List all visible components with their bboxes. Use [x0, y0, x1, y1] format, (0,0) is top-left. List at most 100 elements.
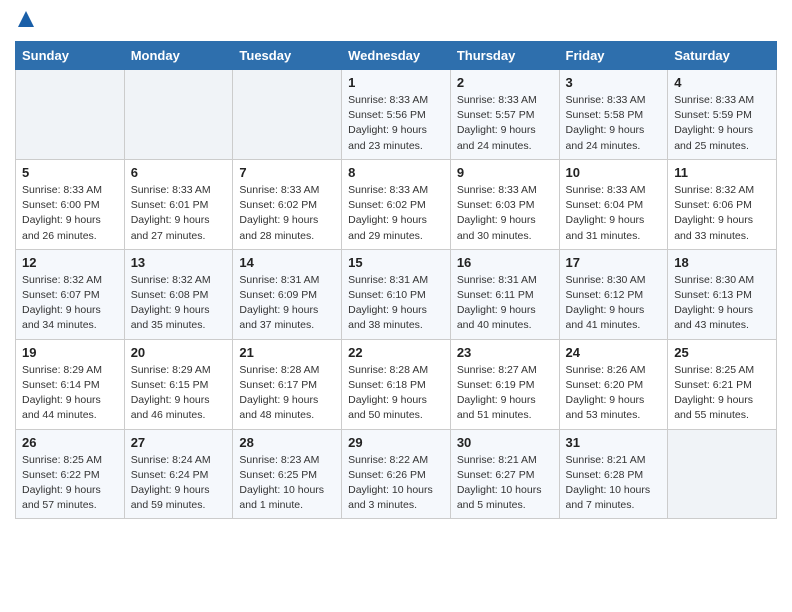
- week-row-5: 26 Sunrise: 8:25 AM Sunset: 6:22 PM Dayli…: [16, 429, 777, 519]
- weekday-header-wednesday: Wednesday: [342, 42, 451, 70]
- day-info: Sunrise: 8:31 AM Sunset: 6:11 PM Dayligh…: [457, 273, 553, 334]
- day-number: 8: [348, 165, 444, 180]
- day-number: 6: [131, 165, 227, 180]
- day-cell: 17 Sunrise: 8:30 AM Sunset: 6:12 PM Dayli…: [559, 249, 668, 339]
- day-cell: 23 Sunrise: 8:27 AM Sunset: 6:19 PM Dayli…: [450, 339, 559, 429]
- day-cell: 15 Sunrise: 8:31 AM Sunset: 6:10 PM Dayli…: [342, 249, 451, 339]
- logo: [15, 10, 35, 33]
- day-info: Sunrise: 8:30 AM Sunset: 6:13 PM Dayligh…: [674, 273, 770, 334]
- day-number: 14: [239, 255, 335, 270]
- calendar-table: SundayMondayTuesdayWednesdayThursdayFrid…: [15, 41, 777, 519]
- day-info: Sunrise: 8:21 AM Sunset: 6:28 PM Dayligh…: [566, 453, 662, 514]
- day-cell: 29 Sunrise: 8:22 AM Sunset: 6:26 PM Dayli…: [342, 429, 451, 519]
- day-info: Sunrise: 8:33 AM Sunset: 5:57 PM Dayligh…: [457, 93, 553, 154]
- day-number: 25: [674, 345, 770, 360]
- day-number: 11: [674, 165, 770, 180]
- day-number: 20: [131, 345, 227, 360]
- day-cell: 16 Sunrise: 8:31 AM Sunset: 6:11 PM Dayli…: [450, 249, 559, 339]
- day-info: Sunrise: 8:25 AM Sunset: 6:22 PM Dayligh…: [22, 453, 118, 514]
- day-number: 12: [22, 255, 118, 270]
- day-cell: 30 Sunrise: 8:21 AM Sunset: 6:27 PM Dayli…: [450, 429, 559, 519]
- day-info: Sunrise: 8:24 AM Sunset: 6:24 PM Dayligh…: [131, 453, 227, 514]
- day-info: Sunrise: 8:32 AM Sunset: 6:06 PM Dayligh…: [674, 183, 770, 244]
- day-number: 29: [348, 435, 444, 450]
- day-info: Sunrise: 8:26 AM Sunset: 6:20 PM Dayligh…: [566, 363, 662, 424]
- day-info: Sunrise: 8:33 AM Sunset: 6:02 PM Dayligh…: [239, 183, 335, 244]
- day-cell: 1 Sunrise: 8:33 AM Sunset: 5:56 PM Daylig…: [342, 70, 451, 160]
- logo-icon: [17, 10, 35, 28]
- day-info: Sunrise: 8:31 AM Sunset: 6:10 PM Dayligh…: [348, 273, 444, 334]
- day-number: 21: [239, 345, 335, 360]
- day-info: Sunrise: 8:29 AM Sunset: 6:14 PM Dayligh…: [22, 363, 118, 424]
- day-info: Sunrise: 8:22 AM Sunset: 6:26 PM Dayligh…: [348, 453, 444, 514]
- weekday-header-tuesday: Tuesday: [233, 42, 342, 70]
- day-cell: 5 Sunrise: 8:33 AM Sunset: 6:00 PM Daylig…: [16, 159, 125, 249]
- day-number: 1: [348, 75, 444, 90]
- day-info: Sunrise: 8:27 AM Sunset: 6:19 PM Dayligh…: [457, 363, 553, 424]
- day-number: 3: [566, 75, 662, 90]
- day-cell: 21 Sunrise: 8:28 AM Sunset: 6:17 PM Dayli…: [233, 339, 342, 429]
- day-cell: 10 Sunrise: 8:33 AM Sunset: 6:04 PM Dayli…: [559, 159, 668, 249]
- day-info: Sunrise: 8:33 AM Sunset: 6:04 PM Dayligh…: [566, 183, 662, 244]
- day-info: Sunrise: 8:21 AM Sunset: 6:27 PM Dayligh…: [457, 453, 553, 514]
- day-info: Sunrise: 8:33 AM Sunset: 6:03 PM Dayligh…: [457, 183, 553, 244]
- day-number: 23: [457, 345, 553, 360]
- day-number: 19: [22, 345, 118, 360]
- day-cell: 11 Sunrise: 8:32 AM Sunset: 6:06 PM Dayli…: [668, 159, 777, 249]
- day-cell: 31 Sunrise: 8:21 AM Sunset: 6:28 PM Dayli…: [559, 429, 668, 519]
- week-row-4: 19 Sunrise: 8:29 AM Sunset: 6:14 PM Dayli…: [16, 339, 777, 429]
- day-info: Sunrise: 8:33 AM Sunset: 6:01 PM Dayligh…: [131, 183, 227, 244]
- day-number: 5: [22, 165, 118, 180]
- day-cell: 4 Sunrise: 8:33 AM Sunset: 5:59 PM Daylig…: [668, 70, 777, 160]
- day-cell: 25Sunrise: 8:25 AM Sunset: 6:21 PM Dayli…: [668, 339, 777, 429]
- day-info: Sunrise: 8:33 AM Sunset: 6:00 PM Dayligh…: [22, 183, 118, 244]
- day-number: 17: [566, 255, 662, 270]
- day-cell: 24 Sunrise: 8:26 AM Sunset: 6:20 PM Dayli…: [559, 339, 668, 429]
- day-number: 7: [239, 165, 335, 180]
- day-cell: [124, 70, 233, 160]
- day-cell: 28Sunrise: 8:23 AM Sunset: 6:25 PM Dayli…: [233, 429, 342, 519]
- day-cell: [16, 70, 125, 160]
- day-number: 13: [131, 255, 227, 270]
- day-cell: [233, 70, 342, 160]
- day-info: Sunrise: 8:33 AM Sunset: 6:02 PM Dayligh…: [348, 183, 444, 244]
- day-number: 10: [566, 165, 662, 180]
- day-cell: 14 Sunrise: 8:31 AM Sunset: 6:09 PM Dayli…: [233, 249, 342, 339]
- weekday-header-monday: Monday: [124, 42, 233, 70]
- day-number: 27: [131, 435, 227, 450]
- day-info: Sunrise: 8:31 AM Sunset: 6:09 PM Dayligh…: [239, 273, 335, 334]
- day-info: Sunrise: 8:32 AM Sunset: 6:07 PM Dayligh…: [22, 273, 118, 334]
- day-cell: 12 Sunrise: 8:32 AM Sunset: 6:07 PM Dayli…: [16, 249, 125, 339]
- day-number: 15: [348, 255, 444, 270]
- day-number: 2: [457, 75, 553, 90]
- day-number: 30: [457, 435, 553, 450]
- weekday-header-thursday: Thursday: [450, 42, 559, 70]
- week-row-3: 12 Sunrise: 8:32 AM Sunset: 6:07 PM Dayli…: [16, 249, 777, 339]
- day-info: Sunrise: 8:30 AM Sunset: 6:12 PM Dayligh…: [566, 273, 662, 334]
- day-number: 9: [457, 165, 553, 180]
- day-cell: 7 Sunrise: 8:33 AM Sunset: 6:02 PM Daylig…: [233, 159, 342, 249]
- day-number: 24: [566, 345, 662, 360]
- day-info: Sunrise: 8:28 AM Sunset: 6:18 PM Dayligh…: [348, 363, 444, 424]
- day-info: Sunrise: 8:33 AM Sunset: 5:58 PM Dayligh…: [566, 93, 662, 154]
- day-cell: 8 Sunrise: 8:33 AM Sunset: 6:02 PM Daylig…: [342, 159, 451, 249]
- day-number: 28: [239, 435, 335, 450]
- day-number: 26: [22, 435, 118, 450]
- day-cell: 22 Sunrise: 8:28 AM Sunset: 6:18 PM Dayli…: [342, 339, 451, 429]
- day-info: Sunrise: 8:33 AM Sunset: 5:59 PM Dayligh…: [674, 93, 770, 154]
- day-cell: 2 Sunrise: 8:33 AM Sunset: 5:57 PM Daylig…: [450, 70, 559, 160]
- week-row-2: 5 Sunrise: 8:33 AM Sunset: 6:00 PM Daylig…: [16, 159, 777, 249]
- day-info: Sunrise: 8:32 AM Sunset: 6:08 PM Dayligh…: [131, 273, 227, 334]
- day-info: Sunrise: 8:28 AM Sunset: 6:17 PM Dayligh…: [239, 363, 335, 424]
- weekday-header-friday: Friday: [559, 42, 668, 70]
- weekday-header-sunday: Sunday: [16, 42, 125, 70]
- day-number: 4: [674, 75, 770, 90]
- day-number: 16: [457, 255, 553, 270]
- day-info: Sunrise: 8:33 AM Sunset: 5:56 PM Dayligh…: [348, 93, 444, 154]
- day-number: 22: [348, 345, 444, 360]
- day-cell: 20Sunrise: 8:29 AM Sunset: 6:15 PM Dayli…: [124, 339, 233, 429]
- weekday-header-saturday: Saturday: [668, 42, 777, 70]
- day-number: 31: [566, 435, 662, 450]
- day-cell: [668, 429, 777, 519]
- page: SundayMondayTuesdayWednesdayThursdayFrid…: [0, 0, 792, 534]
